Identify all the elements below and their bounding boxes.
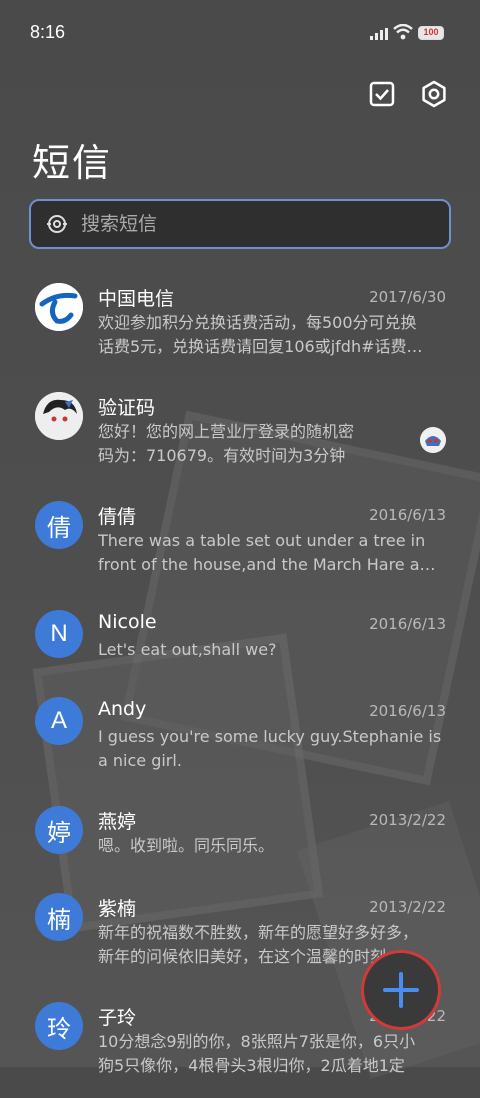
message-preview: Let's eat out,shall we? <box>98 638 444 662</box>
preview-line: I guess you're some lucky guy.Stephanie … <box>98 727 442 746</box>
sim-icon <box>420 427 446 453</box>
select-button[interactable] <box>366 78 398 110</box>
message-preview: 10分想念9别的你，8张照片7张是你，6只小 狗5只像你，4根骨头3根归你，2瓜… <box>98 1030 444 1078</box>
contact-name: Andy <box>98 698 147 720</box>
preview-line: 狗5只像你，4根骨头3根归你，2瓜着地1定 <box>98 1056 405 1075</box>
message-date: 2013/2/22 <box>369 898 446 916</box>
message-preview: 欢迎参加积分兑换话费活动，每500分可兑换 话费5元，兑换话费请回复106或jf… <box>98 311 444 359</box>
conversation-item[interactable]: N Nicole 2016/6/13 Let's eat out,shall w… <box>0 597 480 684</box>
message-date: 2017/6/30 <box>369 288 446 306</box>
message-date: 2016/6/13 <box>369 615 446 633</box>
status-bar: 8:16 100 <box>0 0 480 66</box>
conversation-item[interactable]: A Andy 2016/6/13 I guess you're some luc… <box>0 684 480 793</box>
preview-line: 10分想念9别的你，8张照片7张是你，6只小 <box>98 1032 416 1051</box>
search-bar[interactable] <box>29 199 451 249</box>
wifi-icon <box>393 24 413 40</box>
contact-name: 紫楠 <box>98 898 137 920</box>
message-date: 2013/2/22 <box>369 811 446 829</box>
preview-line: 码为：710679。有效时间为3分钟 <box>98 446 346 465</box>
preview-line: front of the house,and the March Hare an… <box>98 555 444 574</box>
preview-line: 话费5元，兑换话费请回复106或jfdh#话费… <box>98 337 423 356</box>
contact-name: Nicole <box>98 611 157 633</box>
message-date: 2016/6/13 <box>369 506 446 524</box>
message-preview: 嗯。收到啦。同乐同乐。 <box>98 834 444 858</box>
preview-line: 嗯。收到啦。同乐同乐。 <box>98 836 275 855</box>
preview-line: 欢迎参加积分兑换话费活动，每500分可兑换 <box>98 313 417 332</box>
avatar: 倩 <box>35 501 83 549</box>
contact-name: 中国电信 <box>98 288 175 310</box>
page-title: 短信 <box>32 141 113 185</box>
contact-name: 验证码 <box>98 397 156 419</box>
plus-icon <box>383 972 419 1008</box>
signal-icon <box>370 28 388 40</box>
contact-name: 倩倩 <box>98 506 137 528</box>
preview-line: 您好！您的网上营业厅登录的随机密 <box>98 422 355 441</box>
message-date: 2016/6/13 <box>369 702 446 720</box>
conversation-item[interactable]: 倩 倩倩 2016/6/13 There was a table set out… <box>0 488 480 597</box>
avatar: A <box>35 697 83 745</box>
search-input[interactable] <box>79 212 403 236</box>
message-preview: I guess you're some lucky guy.Stephanie … <box>98 725 444 773</box>
gear-icon <box>422 80 446 108</box>
message-preview: 您好！您的网上营业厅登录的随机密 码为：710679。有效时间为3分钟 <box>98 420 444 468</box>
preview-line: There was a table set out under a tree i… <box>98 531 426 550</box>
conversation-item[interactable]: 婷 燕婷 2013/2/22 嗯。收到啦。同乐同乐。 <box>0 793 480 880</box>
anime-avatar-icon <box>35 392 83 440</box>
contact-name: 子玲 <box>98 1007 137 1029</box>
header-actions <box>366 78 450 110</box>
battery-icon: 100 <box>418 26 444 40</box>
avatar: 玲 <box>35 1002 83 1050</box>
search-icon <box>47 215 67 233</box>
preview-line: Let's eat out,shall we? <box>98 640 277 659</box>
preview-line: a nice girl. <box>98 751 182 770</box>
preview-line: 新年的祝福数不胜数，新年的愿望好多好多， <box>98 923 419 942</box>
conversation-item[interactable]: 验证码 您好！您的网上营业厅登录的随机密 码为：710679。有效时间为3分钟 <box>0 379 480 488</box>
avatar: N <box>35 610 83 658</box>
new-message-button[interactable] <box>364 953 438 1027</box>
avatar: 楠 <box>35 893 83 941</box>
checkbox-icon <box>369 81 395 107</box>
china-telecom-logo-icon <box>35 283 83 331</box>
avatar <box>35 392 83 440</box>
avatar: 婷 <box>35 806 83 854</box>
conversation-item[interactable]: 中国电信 2017/6/30 欢迎参加积分兑换话费活动，每500分可兑换 话费5… <box>0 270 480 379</box>
status-time: 8:16 <box>30 22 66 42</box>
avatar <box>35 283 83 331</box>
contact-name: 燕婷 <box>98 811 137 833</box>
settings-button[interactable] <box>418 78 450 110</box>
message-preview: There was a table set out under a tree i… <box>98 529 444 577</box>
